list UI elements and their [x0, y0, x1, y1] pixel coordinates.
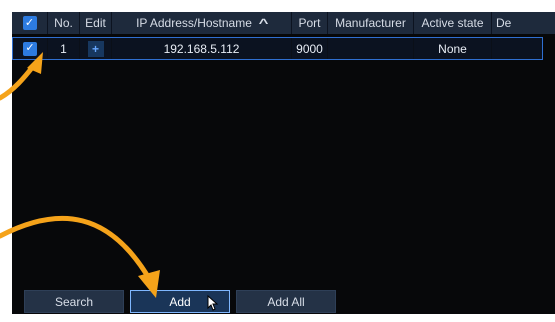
screenshot-stage: ✓ No. Edit IP Address/Hostname ^ Port Ma… [0, 0, 555, 322]
annotation-arrows [0, 52, 160, 298]
curved-arrow-icon [0, 216, 160, 298]
curved-arrow-icon [0, 52, 43, 101]
